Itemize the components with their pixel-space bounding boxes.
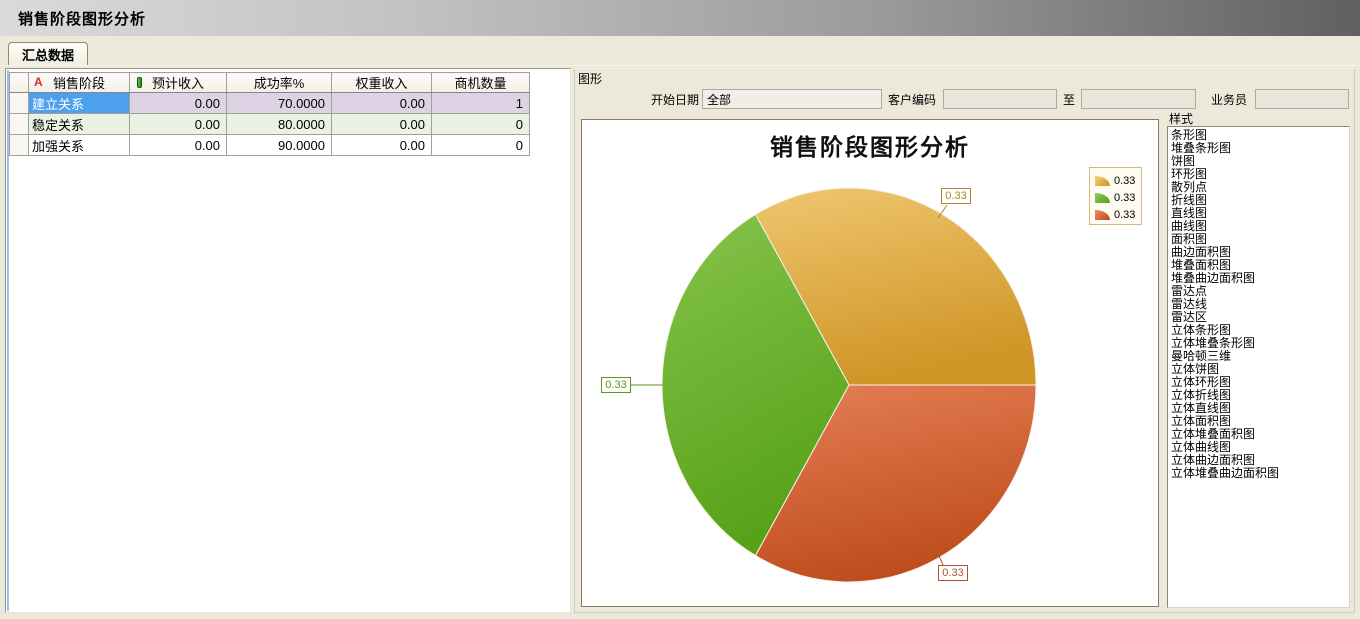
column-header-stage[interactable]: A 销售阶段 [29,73,130,93]
legend-label: 0.33 [1114,175,1135,187]
summary-table-panel: A 销售阶段 预计收入 成功率% 权重收入 [5,68,571,613]
column-label: 成功率% [254,76,305,91]
column-label: 销售阶段 [53,76,105,91]
value-cell[interactable]: 80.0000 [227,114,332,135]
legend-label: 0.33 [1114,209,1135,221]
customer-code-to-input[interactable] [1081,89,1196,109]
column-label: 商机数量 [454,76,506,91]
table-header-row: A 销售阶段 预计收入 成功率% 权重收入 [10,73,530,93]
start-date-input[interactable] [702,89,882,109]
style-option-item[interactable]: 立体堆叠曲边面积图 [1171,467,1349,480]
tab-strip: 汇总数据 [0,36,1360,66]
legend-entry: 0.33 [1095,206,1141,223]
graph-groupbox: 图形 开始日期 客户编码 至 业务员 [574,68,1355,613]
pie-chart [582,120,1158,606]
stage-cell[interactable]: 加强关系 [29,135,130,156]
data-grid: A 销售阶段 预计收入 成功率% 权重收入 [7,70,569,611]
column-header-weighted-income[interactable]: 权重收入 [332,73,432,93]
legend-swatch-icon [1095,210,1110,220]
style-group-label: 样式 [1169,110,1193,127]
graph-group-label: 图形 [578,70,602,87]
tab-page-edge [0,65,1360,66]
slice-value-callout: 0.33 [601,377,631,393]
window-titlebar: 销售阶段图形分析 [0,0,1360,36]
value-cell[interactable]: 0.00 [332,114,432,135]
customer-code-input[interactable] [943,89,1057,109]
table-row[interactable]: 加强关系0.0090.00000.000 [10,135,530,156]
chart-legend: 0.33 0.33 0.33 [1089,167,1142,225]
customer-code-label: 客户编码 [875,91,936,109]
sales-stage-table: A 销售阶段 预计收入 成功率% 权重收入 [9,72,530,156]
legend-swatch-icon [1095,176,1110,186]
tab-summary-data[interactable]: 汇总数据 [8,42,88,66]
row-indicator[interactable] [10,135,29,156]
value-cell[interactable]: 0.00 [130,135,227,156]
slice-value-callout: 0.33 [941,188,971,204]
value-cell[interactable]: 90.0000 [227,135,332,156]
style-option-item[interactable]: 堆叠条形图 [1171,142,1349,155]
table-row[interactable]: 稳定关系0.0080.00000.000 [10,114,530,135]
slice-value-callout: 0.33 [938,565,968,581]
table-row[interactable]: 建立关系0.0070.00000.001 [10,93,530,114]
red-letter-a-icon: A [34,75,43,89]
chart-title: 销售阶段图形分析 [582,128,1158,162]
value-cell[interactable]: 0.00 [332,135,432,156]
row-indicator[interactable] [10,93,29,114]
row-indicator[interactable] [10,114,29,135]
column-header-success-rate[interactable]: 成功率% [227,73,332,93]
value-cell[interactable]: 0 [432,135,530,156]
stage-cell[interactable]: 稳定关系 [29,114,130,135]
chart-style-listbox[interactable]: 条形图堆叠条形图饼图环形图散列点折线图直线图曲线图面积图曲边面积图堆叠面积图堆叠… [1167,126,1350,608]
legend-entry: 0.33 [1095,189,1141,206]
column-label: 预计收入 [152,76,204,91]
salesperson-input[interactable] [1255,89,1349,109]
value-cell[interactable]: 0.00 [332,93,432,114]
green-bar-icon [137,77,142,88]
value-cell[interactable]: 0.00 [130,114,227,135]
legend-label: 0.33 [1114,192,1135,204]
start-date-label: 开始日期 [613,91,699,109]
value-cell[interactable]: 0 [432,114,530,135]
row-indicator-header [10,73,29,93]
tab-label: 汇总数据 [22,45,74,64]
legend-entry: 0.33 [1095,172,1141,189]
app-window: 销售阶段图形分析 汇总数据 A 销售阶段 [0,0,1360,619]
column-header-expected-income[interactable]: 预计收入 [130,73,227,93]
value-cell[interactable]: 1 [432,93,530,114]
legend-swatch-icon [1095,193,1110,203]
column-header-opportunity-count[interactable]: 商机数量 [432,73,530,93]
value-cell[interactable]: 0.00 [130,93,227,114]
stage-cell[interactable]: 建立关系 [29,93,130,114]
chart-area: 销售阶段图形分析 0.33 0.33 0.33 0.33 0.33 0.33 [581,119,1159,607]
value-cell[interactable]: 70.0000 [227,93,332,114]
window-title: 销售阶段图形分析 [18,8,146,29]
to-label: 至 [1063,91,1079,109]
salesperson-label: 业务员 [1205,91,1247,109]
column-label: 权重收入 [355,76,407,91]
